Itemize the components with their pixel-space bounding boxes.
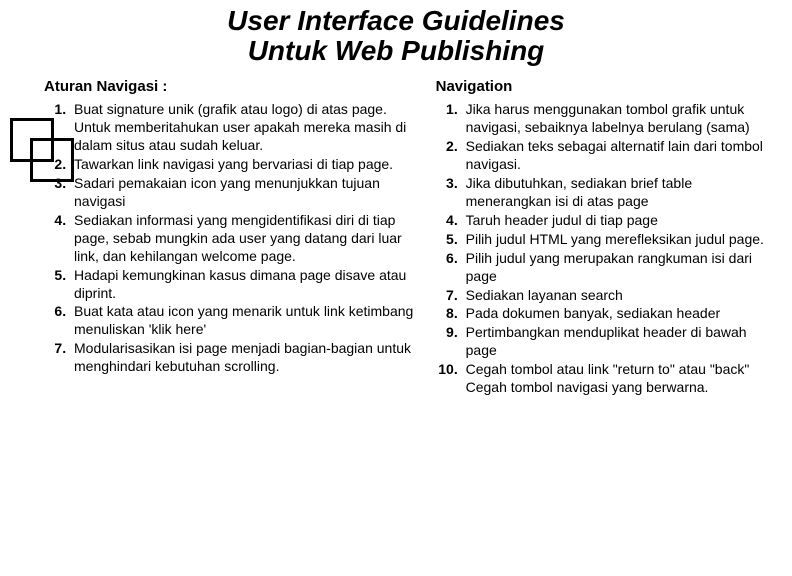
left-list-item: Hadapi kemungkinan kasus dimana page dis… bbox=[70, 267, 422, 303]
right-list-item: Pilih judul HTML yang merefleksikan judu… bbox=[462, 231, 764, 249]
right-list-item: Jika dibutuhkan, sediakan brief table me… bbox=[462, 175, 764, 211]
content-columns: Aturan Navigasi : Buat signature unik (g… bbox=[0, 74, 792, 398]
left-list: Buat signature unik (grafik atau logo) d… bbox=[44, 101, 422, 376]
left-list-item: Sadari pemakaian icon yang menunjukkan t… bbox=[70, 175, 422, 211]
left-list-item: Modularisasikan isi page menjadi bagian-… bbox=[70, 340, 422, 376]
right-list-item: Taruh header judul di tiap page bbox=[462, 212, 764, 230]
left-list-item: Buat signature unik (grafik atau logo) d… bbox=[70, 101, 422, 155]
left-column: Aturan Navigasi : Buat signature unik (g… bbox=[44, 78, 422, 398]
right-list-item: Cegah tombol atau link "return to" atau … bbox=[462, 361, 764, 397]
right-list-item: Sediakan teks sebagai alternatif lain da… bbox=[462, 138, 764, 174]
right-list: Jika harus menggunakan tombol grafik unt… bbox=[436, 101, 764, 397]
right-column: Navigation Jika harus menggunakan tombol… bbox=[436, 78, 764, 398]
decorative-square-front bbox=[30, 138, 74, 182]
right-list-item: Pada dokumen banyak, sediakan header bbox=[462, 305, 764, 323]
left-list-item: Buat kata atau icon yang menarik untuk l… bbox=[70, 303, 422, 339]
left-list-item: Sediakan informasi yang mengidentifikasi… bbox=[70, 212, 422, 266]
title-line-1: User Interface Guidelines bbox=[0, 6, 792, 36]
right-list-item: Sediakan layanan search bbox=[462, 287, 764, 305]
slide-title: User Interface Guidelines Untuk Web Publ… bbox=[0, 0, 792, 74]
right-list-item: Pertimbangkan menduplikat header di bawa… bbox=[462, 324, 764, 360]
right-list-item: Pilih judul yang merupakan rangkuman isi… bbox=[462, 250, 764, 286]
right-list-item: Jika harus menggunakan tombol grafik unt… bbox=[462, 101, 764, 137]
left-list-item: Tawarkan link navigasi yang bervariasi d… bbox=[70, 156, 422, 174]
title-line-2: Untuk Web Publishing bbox=[0, 36, 792, 66]
left-heading: Aturan Navigasi : bbox=[44, 78, 422, 95]
right-heading: Navigation bbox=[436, 78, 764, 95]
